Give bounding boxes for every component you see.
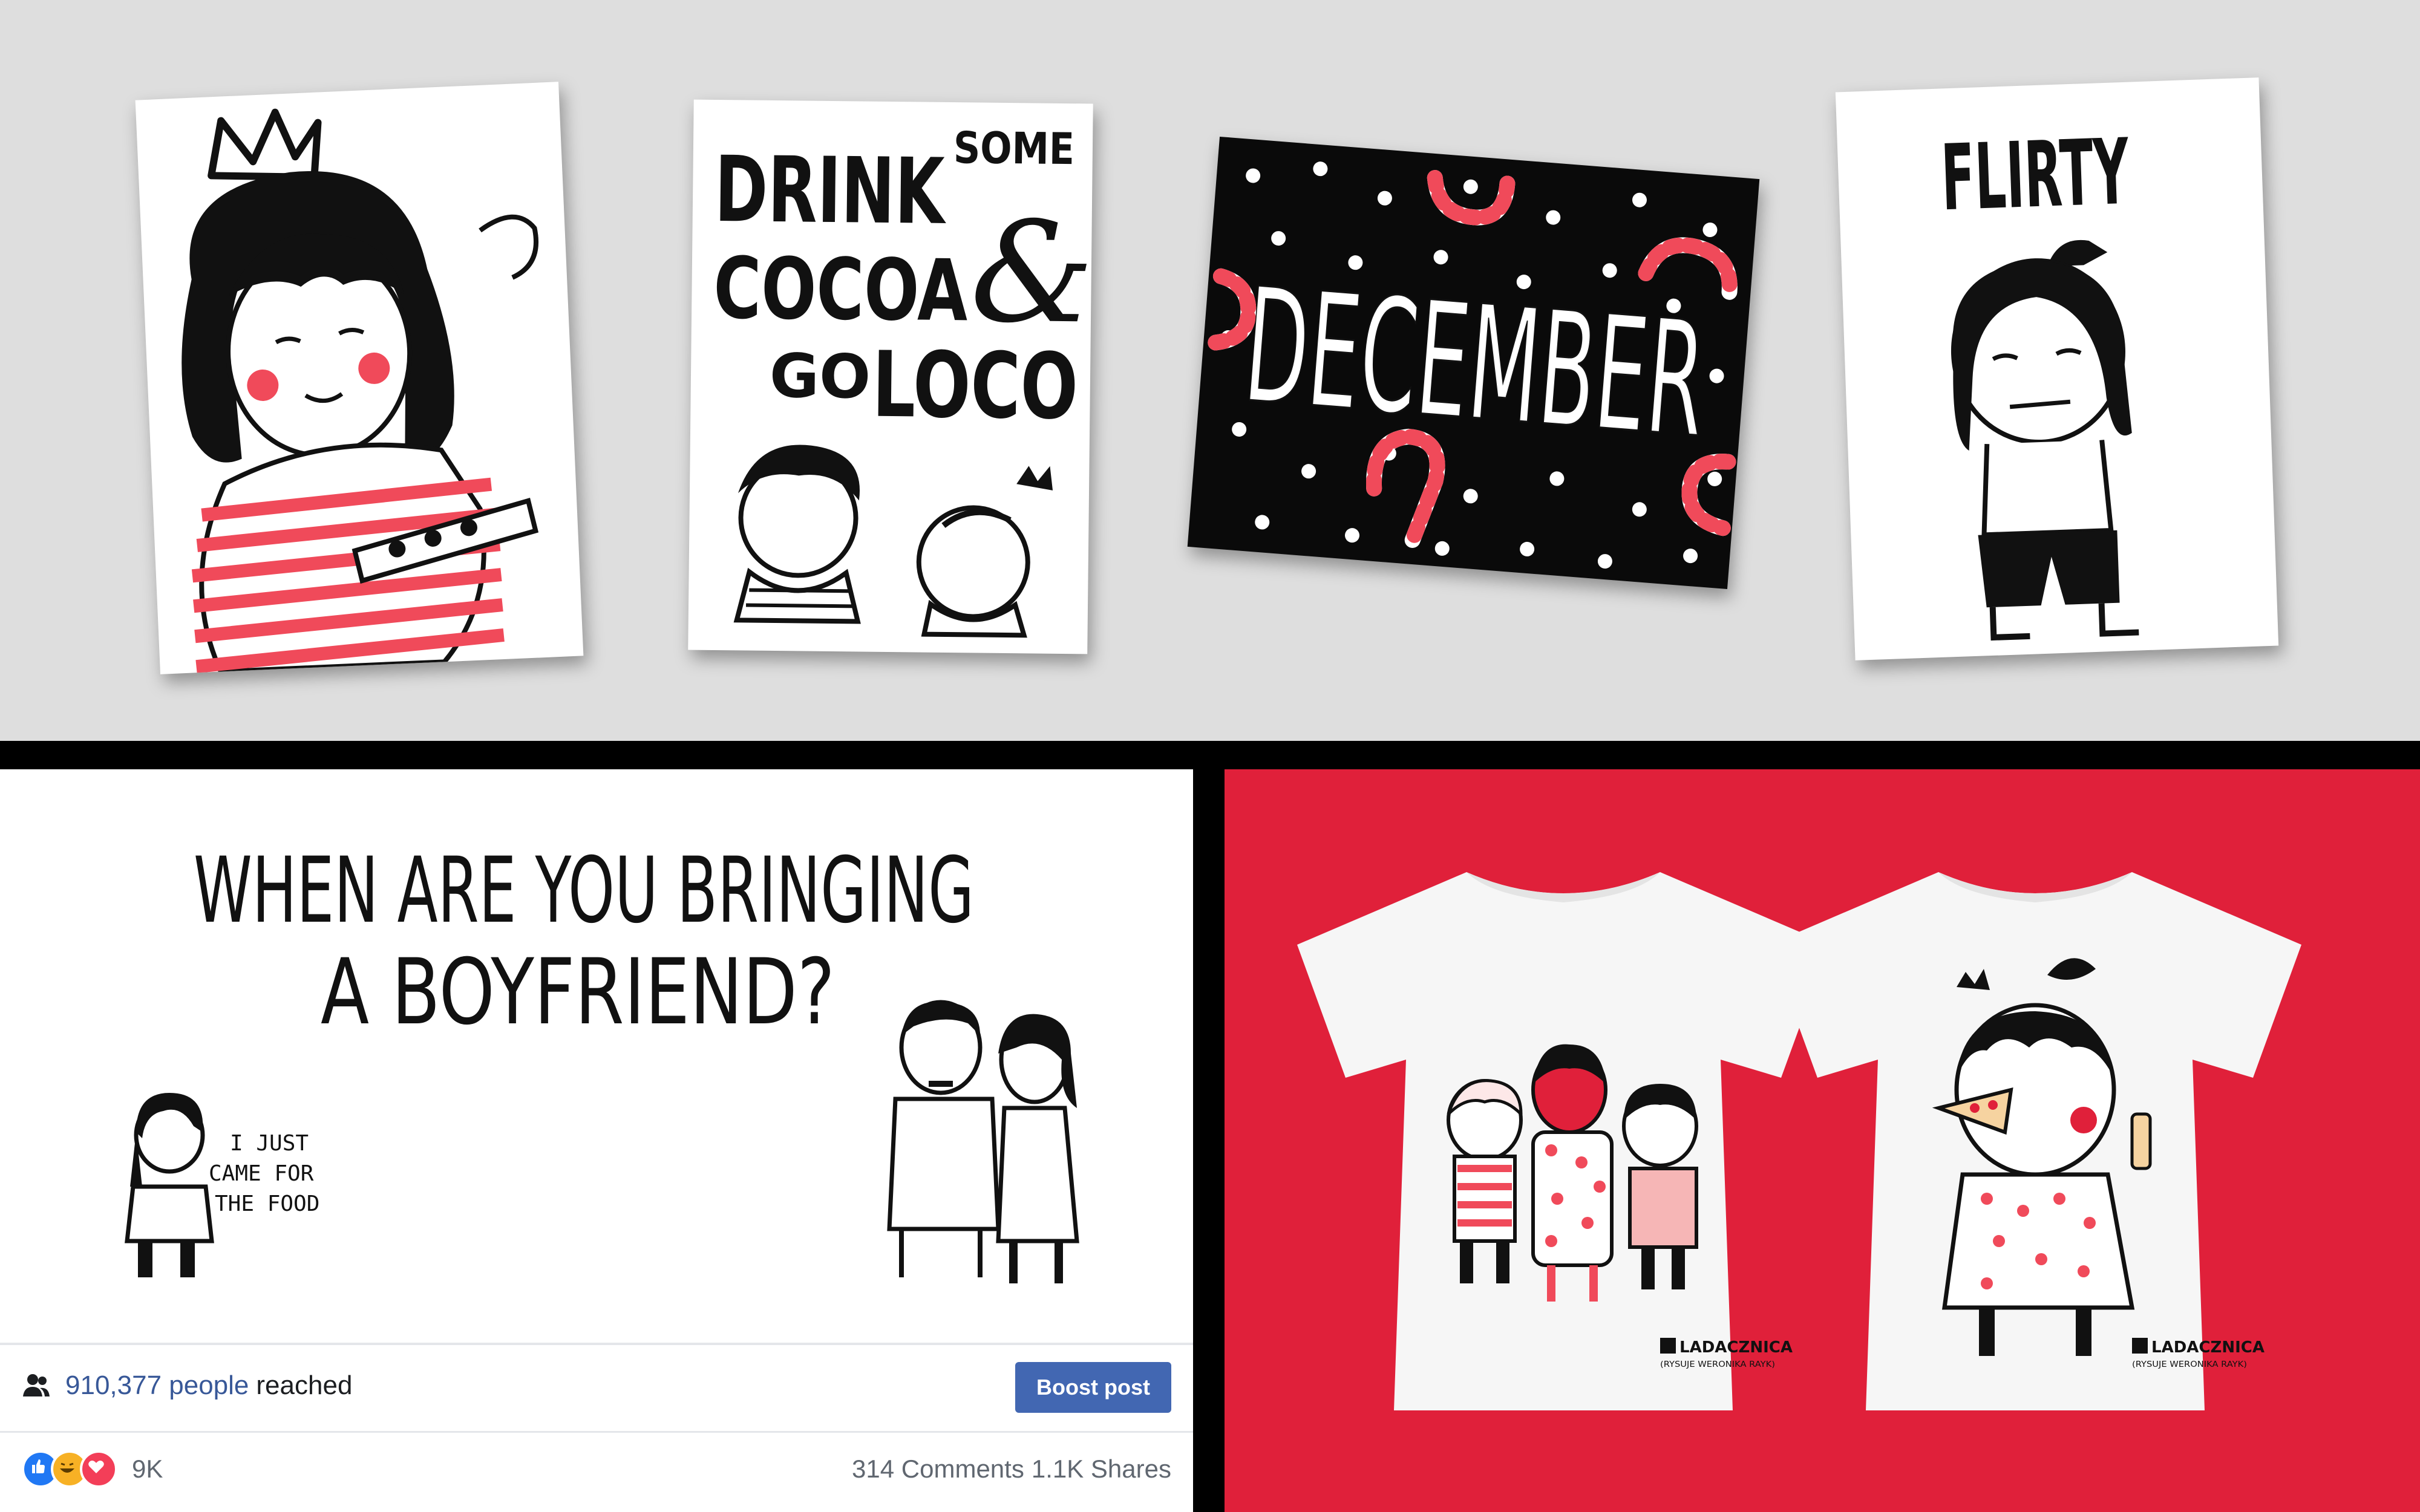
card-december: DECEMBER [1187,136,1760,590]
reactions-row[interactable]: 9K [22,1448,163,1490]
flirty-title: FLIRTY [1940,120,2131,232]
facebook-post: WHEN ARE YOU BRINGING A BOYFRIEND? I JUS… [0,769,1193,1512]
december-illustration: DECEMBER [1208,161,1738,569]
princess-illustration [182,108,539,674]
card-flirty: FLIRTY [1835,77,2279,660]
boyfriend-comic: WHEN ARE YOU BRINGING A BOYFRIEND? I JUS… [125,838,1079,1283]
tshirt2-brand: LADACZNICA [2151,1338,2265,1357]
tshirts-panel: LADACZNICA (RYSUJE WERONIKA RAYK) LADACZ… [1225,769,2420,1512]
speech-line2: CAME FOR [209,1161,314,1186]
cocoa-line2: COCOA [713,240,969,341]
cocoa-line3: GO [769,341,871,412]
reach-row: 910,377 people reached [22,1364,352,1407]
cocoa-ampersand: & [969,192,1093,354]
tshirt2-tagline: (RYSUJE WERONIKA RAYK) [2132,1360,2247,1369]
card-princess [135,82,584,674]
headline-line2: A BOYFRIEND? [321,940,835,1045]
post-footer: 910,377 people reached Boost post 9K 314… [0,1343,1193,1512]
post-image: WHEN ARE YOU BRINGING A BOYFRIEND? I JUS… [0,769,1193,1343]
footer-divider [0,1431,1193,1433]
tshirt-pizza-girl: LADACZNICA (RYSUJE WERONIKA RAYK) [1769,872,2301,1410]
facebook-logo-icon [2132,1338,2148,1354]
love-icon [80,1450,117,1488]
december-title: DECEMBER [1238,255,1711,473]
people-icon [23,1374,50,1396]
boost-post-button[interactable]: Boost post [1015,1362,1171,1413]
cocoa-illustration: DRINK SOME COCOA & GO LOCO [713,122,1093,638]
reach-count[interactable]: 910,377 people [65,1370,249,1401]
engagement-stats: 314 Comments 1.1K Shares [852,1448,1171,1490]
facebook-logo-icon [1660,1338,1676,1354]
headline-line1: WHEN ARE YOU BRINGING [194,838,974,943]
speech-line1: I JUST [230,1131,309,1156]
cocoa-line3b: LOCO [872,333,1079,440]
reach-label: reached [256,1370,353,1400]
comments-link[interactable]: 314 Comments [852,1455,1024,1484]
postcards-strip: DRINK SOME COCOA & GO LOCO DECEMBER FLIR… [0,0,2420,741]
cocoa-line1-small: SOME [953,122,1075,174]
reaction-count: 9K [132,1455,163,1483]
speech-line3: THE FOOD [215,1191,319,1216]
flirty-illustration: FLIRTY [1940,120,2139,641]
card-cocoa: DRINK SOME COCOA & GO LOCO [688,99,1093,654]
cocoa-line1: DRINK [714,137,947,245]
shares-link[interactable]: 1.1K Shares [1032,1455,1171,1484]
